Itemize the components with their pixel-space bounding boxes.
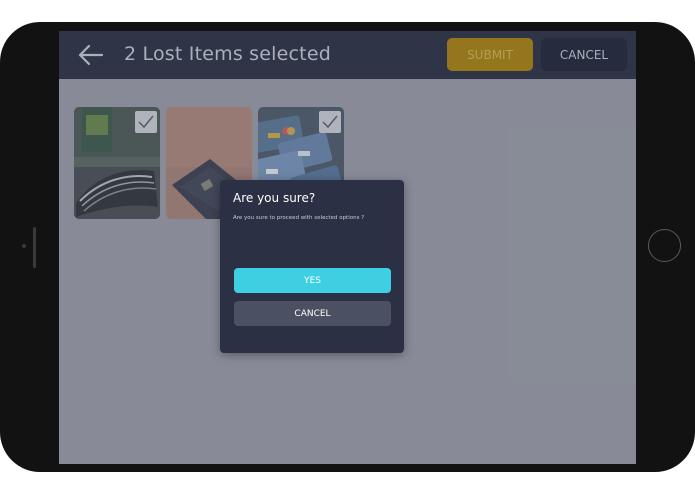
top-bar: 2 Lost Items selected SUBMIT CANCEL [59,31,636,79]
yes-button[interactable]: YES [234,268,391,293]
dialog-title: Are you sure? [233,191,316,205]
dialog-message: Are you sure to proceed with selected op… [233,215,365,221]
confirmation-dialog: Are you sure? Are you sure to proceed wi… [220,180,404,353]
page-title: 2 Lost Items selected [124,43,331,65]
home-button[interactable] [648,229,681,262]
cancel-button[interactable]: CANCEL [541,38,627,71]
camera-bar [33,227,36,268]
submit-button[interactable]: SUBMIT [447,38,533,71]
camera-dot [22,244,26,248]
arrow-left-icon[interactable] [77,44,105,66]
app-screen: 2 Lost Items selected SUBMIT CANCEL Are … [59,31,636,464]
dialog-cancel-button[interactable]: CANCEL [234,301,391,326]
